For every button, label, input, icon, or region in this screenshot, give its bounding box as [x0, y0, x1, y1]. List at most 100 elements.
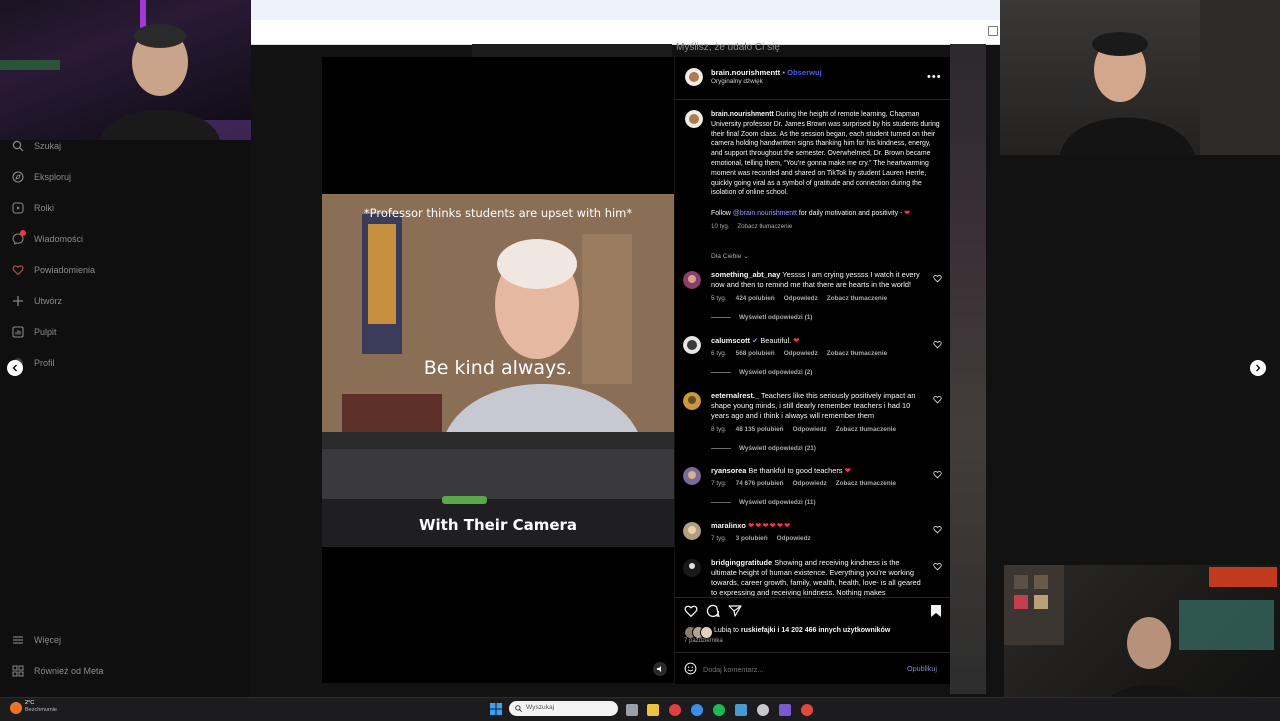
like-comment-icon[interactable]: [933, 340, 942, 349]
reply-button[interactable]: Odpowiedz: [784, 295, 818, 302]
reply-button[interactable]: Odpowiedz: [793, 426, 827, 433]
view-replies-button[interactable]: Wyświetl odpowiedzi (1): [711, 314, 812, 321]
like-comment-icon[interactable]: [933, 525, 942, 534]
sidebar-item-create[interactable]: Utwórz: [12, 295, 62, 307]
emoji-icon[interactable]: [684, 662, 697, 675]
more-options-icon[interactable]: •••: [927, 71, 942, 83]
liked-suffix[interactable]: i 14 202 466 innych użytkowników: [777, 627, 890, 634]
comments-scroll-area[interactable]: brain.nourishmentt During the height of …: [675, 100, 950, 596]
follow-handle-link[interactable]: @brain.nourishmentt: [733, 210, 797, 217]
weather-icon[interactable]: [10, 702, 22, 714]
description-username[interactable]: brain.nourishmentt: [711, 111, 774, 118]
like-comment-icon[interactable]: [933, 470, 942, 479]
commenter-username[interactable]: calumscott: [711, 336, 750, 345]
reply-button[interactable]: Odpowiedz: [784, 350, 818, 357]
background-post-preview: [950, 44, 986, 694]
liked-by-line[interactable]: Lubią to ruskiefajki i 14 202 466 innych…: [714, 627, 890, 634]
commenter-avatar[interactable]: [683, 522, 701, 540]
sidebar-item-search[interactable]: Szukaj: [12, 140, 61, 152]
like-post-icon[interactable]: [684, 604, 698, 618]
weather-widget[interactable]: 2°C Bezchmurnie: [25, 700, 57, 714]
comment-likes[interactable]: 424 polubień: [736, 295, 775, 302]
mute-button[interactable]: [653, 662, 667, 676]
translate-button[interactable]: Zobacz tłumaczenie: [827, 350, 887, 357]
comment-item: calumscott ✔ Beautiful. ❤ 6 tyg. 568 polu…: [675, 336, 950, 382]
task-view-icon[interactable]: [626, 704, 638, 716]
browser-menu-icon[interactable]: [988, 26, 998, 36]
chrome-icon[interactable]: [669, 704, 681, 716]
sort-dropdown[interactable]: Dla Ciebie ⌄: [711, 252, 749, 260]
liked-user[interactable]: ruskiefajki: [741, 627, 776, 634]
taskbar-search[interactable]: Wyszukaj: [509, 701, 618, 716]
commenter-username[interactable]: something_abt_nay: [711, 270, 780, 279]
comment-meta: 8 tyg. 48 135 polubień Odpowiedz Zobacz tłu…: [711, 426, 896, 433]
previous-post-button[interactable]: [7, 360, 23, 376]
like-comment-icon[interactable]: [933, 562, 942, 571]
translate-button[interactable]: Zobacz tłumaczenie: [827, 295, 887, 302]
commenter-avatar[interactable]: [683, 559, 701, 577]
audio-label[interactable]: Oryginalny dźwięk: [711, 78, 763, 85]
windows-start-icon[interactable]: [490, 703, 502, 715]
commenter-avatar[interactable]: [683, 392, 701, 410]
file-explorer-icon[interactable]: [647, 704, 659, 716]
author-avatar[interactable]: [685, 110, 703, 128]
next-post-button[interactable]: [1250, 360, 1266, 376]
publish-button[interactable]: Opublikuj: [907, 664, 937, 673]
sidebar-item-meta[interactable]: Również od Meta: [12, 665, 104, 677]
dashboard-icon: [12, 326, 24, 338]
sidebar-item-dashboard[interactable]: Pulpit: [12, 326, 57, 338]
comment-input[interactable]: [703, 662, 893, 676]
follow-button[interactable]: Obserwuj: [787, 68, 822, 77]
settings-gear-icon[interactable]: [757, 704, 769, 716]
bookmark-icon[interactable]: [929, 604, 943, 618]
reel-video-frame[interactable]: *Professor thinks students are upset wit…: [322, 194, 674, 547]
reel-player[interactable]: *Professor thinks students are upset wit…: [322, 57, 674, 683]
post-date: 7 października: [684, 638, 723, 644]
see-translation-link[interactable]: Zobacz tłumaczenie: [737, 223, 792, 230]
comment-likes[interactable]: 74 676 polubień: [736, 480, 784, 487]
comment-likes[interactable]: 48 135 polubień: [736, 426, 784, 433]
sidebar-item-reels[interactable]: Rolki: [12, 202, 54, 214]
sidebar-item-label: Również od Meta: [34, 666, 104, 676]
search-icon: [12, 140, 24, 152]
sidebar-item-more[interactable]: Więcej: [12, 634, 61, 646]
sidebar-item-label: Więcej: [34, 635, 62, 645]
reply-button[interactable]: Odpowiedz: [777, 535, 811, 542]
edge-icon[interactable]: [691, 704, 703, 716]
view-replies-button[interactable]: Wyświetl odpowiedzi (2): [711, 369, 812, 376]
sort-label: Dla Ciebie: [711, 253, 742, 260]
reply-button[interactable]: Odpowiedz: [793, 480, 827, 487]
commenter-username[interactable]: ryansorea: [711, 466, 746, 475]
commenter-avatar[interactable]: [683, 336, 701, 354]
sidebar-item-messages[interactable]: Wiadomości: [12, 230, 83, 245]
author-avatar[interactable]: [685, 68, 703, 86]
heart-icon: [12, 264, 24, 276]
like-comment-icon[interactable]: [933, 395, 942, 404]
comment-icon[interactable]: [706, 604, 720, 618]
sidebar-item-notifications[interactable]: Powiadomienia: [12, 264, 95, 276]
view-replies-button[interactable]: Wyświetl odpowiedzi (11): [711, 499, 816, 506]
plus-icon: [12, 295, 24, 307]
commenter-username[interactable]: bridginggratitude: [711, 558, 772, 567]
comment-item: maralinxo ❤❤❤❤❤❤ 7 tyg. 3 polubień Odpowie…: [675, 521, 950, 551]
commenter-avatar[interactable]: [683, 271, 701, 289]
heart-emoji-icon: ❤: [844, 466, 851, 475]
discord-icon[interactable]: [779, 704, 791, 716]
share-icon[interactable]: [728, 604, 742, 618]
commenter-username[interactable]: eeternalrest._: [711, 391, 759, 400]
translate-button[interactable]: Zobacz tłumaczenie: [836, 426, 896, 433]
author-username[interactable]: brain.nourishmentt: [711, 68, 780, 77]
view-replies-label: Wyświetl odpowiedzi (2): [739, 369, 813, 376]
comment-likes[interactable]: 3 polubień: [736, 535, 768, 542]
translate-button[interactable]: Zobacz tłumaczenie: [836, 480, 896, 487]
sidebar-item-explore[interactable]: Eksploruj: [12, 171, 71, 183]
obs-icon[interactable]: [801, 704, 813, 716]
app-icon[interactable]: [735, 704, 747, 716]
spotify-icon[interactable]: [713, 704, 725, 716]
like-comment-icon[interactable]: [933, 274, 942, 283]
comment-likes[interactable]: 568 polubień: [736, 350, 775, 357]
commenter-avatar[interactable]: [683, 467, 701, 485]
instagram-sidebar: Szukaj Eksploruj Rolki Wiadomości Powiad…: [0, 140, 251, 700]
commenter-username[interactable]: maralinxo: [711, 521, 746, 530]
view-replies-button[interactable]: Wyświetl odpowiedzi (21): [711, 445, 816, 452]
